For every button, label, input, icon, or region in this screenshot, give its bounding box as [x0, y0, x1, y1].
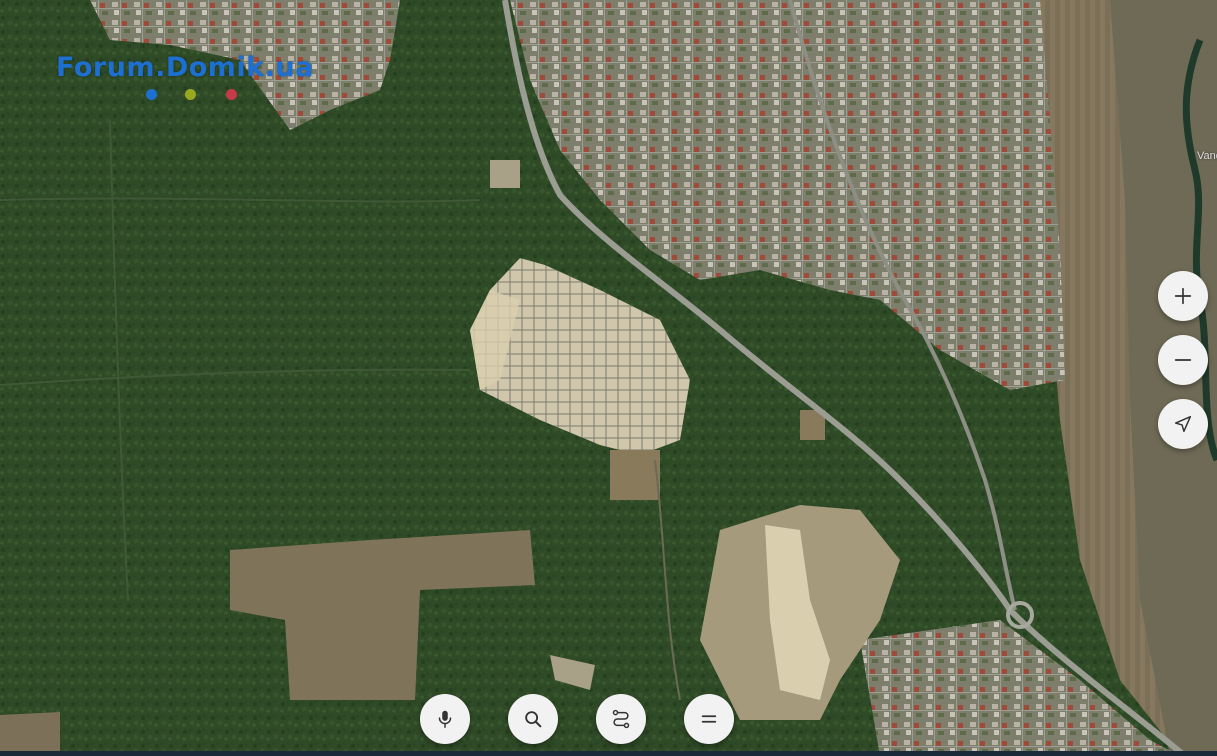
plus-icon — [1174, 287, 1192, 305]
satellite-map[interactable] — [0, 0, 1217, 756]
locate-me-button[interactable] — [1158, 399, 1208, 449]
watermark-dot-blue — [146, 89, 157, 100]
watermark-dots — [146, 89, 246, 101]
minus-icon — [1174, 359, 1192, 361]
watermark-logo: Forum.Domik.ua — [56, 52, 314, 83]
zoom-out-button[interactable] — [1158, 335, 1208, 385]
map-imagery — [0, 0, 1217, 756]
zoom-in-button[interactable] — [1158, 271, 1208, 321]
microphone-icon — [438, 710, 452, 728]
search-button[interactable] — [508, 694, 558, 744]
bottom-edge-bar — [0, 751, 1217, 756]
menu-icon — [701, 715, 717, 723]
voice-search-button[interactable] — [420, 694, 470, 744]
route-icon — [612, 709, 630, 729]
magnifier-icon — [525, 711, 542, 728]
watermark-dot-red — [226, 89, 237, 100]
routes-button[interactable] — [596, 694, 646, 744]
navigation-arrow-icon — [1174, 415, 1192, 433]
menu-button[interactable] — [684, 694, 734, 744]
place-label: Vand — [1197, 150, 1217, 162]
watermark-dot-olive — [185, 89, 196, 100]
